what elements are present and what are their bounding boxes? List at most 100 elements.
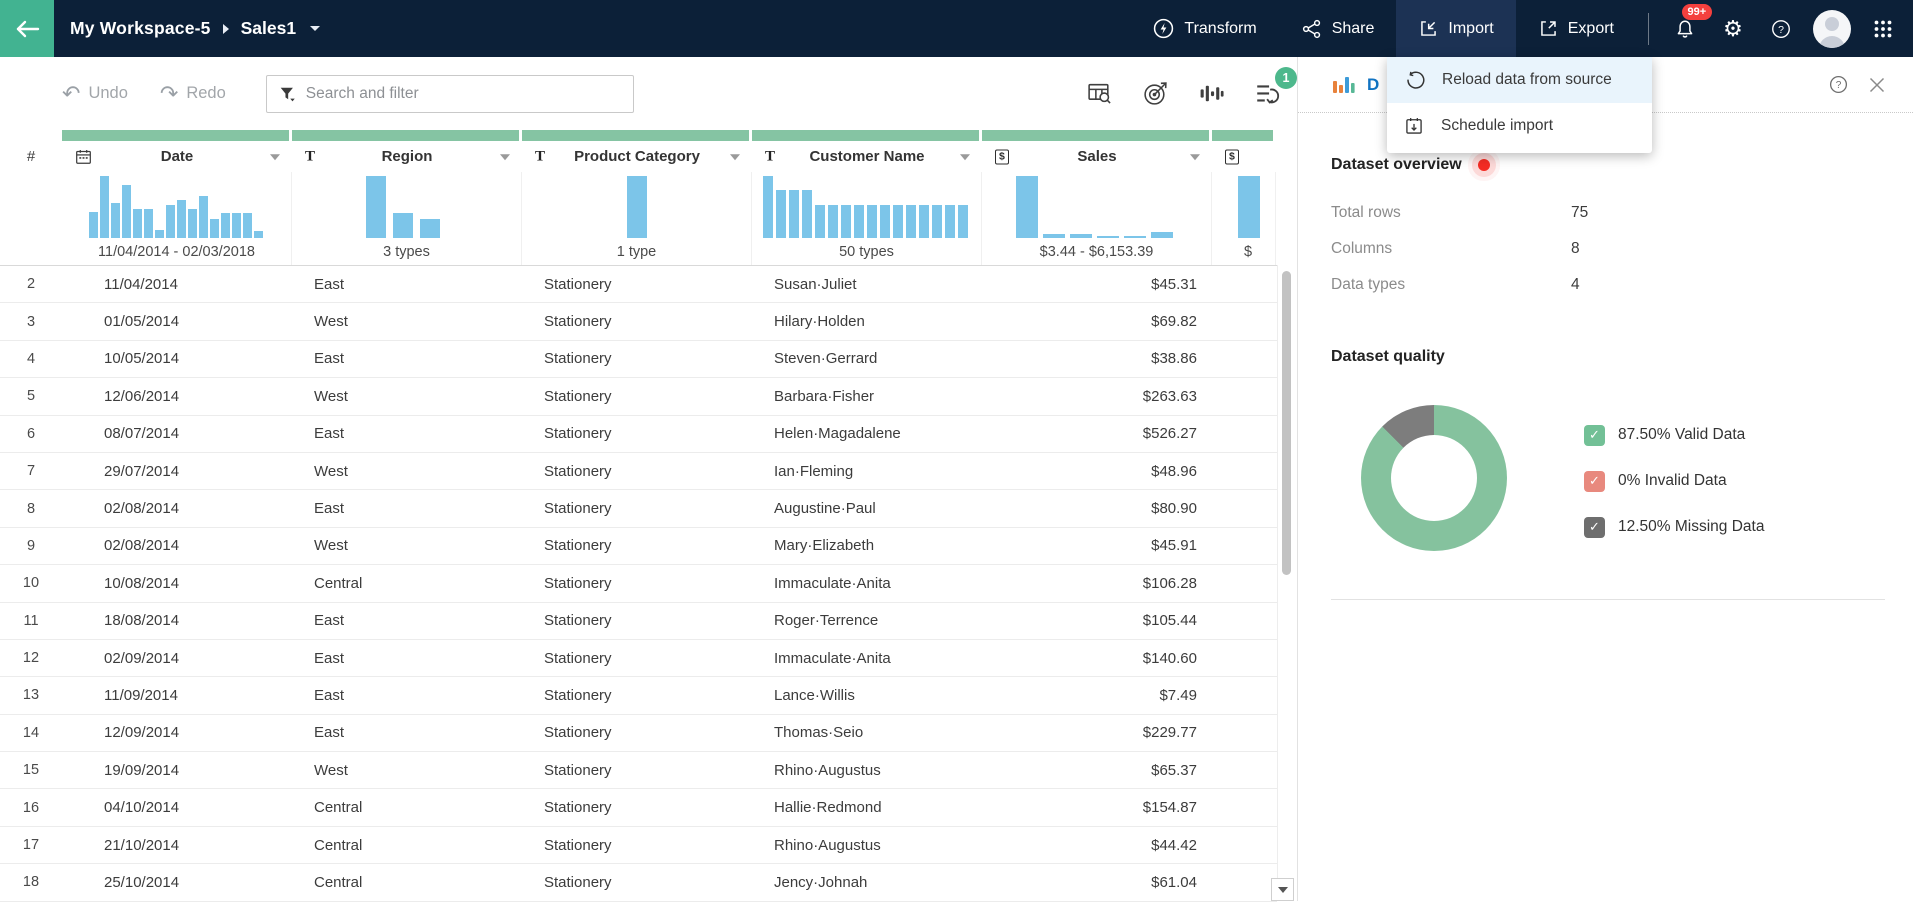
panel-close-icon[interactable]	[1867, 75, 1887, 95]
table-row[interactable]: 1118/08/2014EastStationeryRoger·Terrence…	[0, 603, 1277, 640]
table-row[interactable]: 802/08/2014EastStationeryAugustine·Paul$…	[0, 490, 1277, 527]
table-cell[interactable]: 10/08/2014	[62, 575, 292, 592]
table-cell[interactable]: West	[292, 537, 522, 554]
table-cell[interactable]: Steven·Gerrard	[752, 350, 982, 367]
table-cell[interactable]: East	[292, 276, 522, 293]
table-cell[interactable]: Rhino·Augustus	[752, 762, 982, 779]
column-header[interactable]: Date	[62, 141, 292, 172]
table-cell[interactable]: 02/08/2014	[62, 500, 292, 517]
table-cell[interactable]: 08/07/2014	[62, 425, 292, 442]
legend-checkbox[interactable]: ✓	[1584, 517, 1605, 538]
undo-button[interactable]: ↶ Undo	[62, 83, 128, 105]
table-cell[interactable]: 25/10/2014	[62, 874, 292, 891]
sort-caret-icon[interactable]	[270, 154, 280, 160]
table-cell[interactable]: Stationery	[522, 799, 752, 816]
scrollbar-thumb[interactable]	[1282, 271, 1291, 575]
table-cell[interactable]: Central	[292, 874, 522, 891]
table-row[interactable]: 608/07/2014EastStationeryHelen·Magadalen…	[0, 416, 1277, 453]
table-cell[interactable]: Central	[292, 799, 522, 816]
column-summary[interactable]: 11/04/2014 - 02/03/2018	[62, 172, 292, 265]
notifications-button[interactable]: 99+	[1661, 0, 1709, 57]
column-summary[interactable]: 3 types	[292, 172, 522, 265]
table-cell[interactable]: Rhino·Augustus	[752, 837, 982, 854]
sort-caret-icon[interactable]	[960, 154, 970, 160]
table-cell[interactable]: Ian·Fleming	[752, 463, 982, 480]
table-cell[interactable]: East	[292, 650, 522, 667]
table-cell[interactable]: 21/10/2014	[62, 837, 292, 854]
table-row[interactable]: 729/07/2014WestStationeryIan·Fleming$48.…	[0, 453, 1277, 490]
menu-item[interactable]: Schedule import	[1387, 103, 1652, 149]
table-cell[interactable]: Stationery	[522, 650, 752, 667]
table-cell[interactable]: 02/08/2014	[62, 537, 292, 554]
table-cell[interactable]: Immaculate·Anita	[752, 575, 982, 592]
transform-button[interactable]: Transform	[1130, 0, 1278, 57]
table-cell[interactable]: Stationery	[522, 350, 752, 367]
target-button[interactable]	[1142, 80, 1169, 107]
table-cell[interactable]: $526.27	[982, 425, 1212, 442]
table-cell[interactable]: $44.42	[982, 837, 1212, 854]
table-cell[interactable]: $45.31	[982, 276, 1212, 293]
column-summary-partial[interactable]: $	[1212, 172, 1276, 265]
table-cell[interactable]: $105.44	[982, 612, 1212, 629]
table-cell[interactable]: $48.96	[982, 463, 1212, 480]
table-cell[interactable]: Stationery	[522, 762, 752, 779]
table-cell[interactable]: Mary·Elizabeth	[752, 537, 982, 554]
table-cell[interactable]: East	[292, 687, 522, 704]
table-cell[interactable]: Jency·Johnah	[752, 874, 982, 891]
table-cell[interactable]: Stationery	[522, 874, 752, 891]
table-cell[interactable]: East	[292, 350, 522, 367]
sort-caret-icon[interactable]	[1190, 154, 1200, 160]
table-cell[interactable]: Thomas·Seio	[752, 724, 982, 741]
sort-caret-icon[interactable]	[730, 154, 740, 160]
table-cell[interactable]: 11/09/2014	[62, 687, 292, 704]
table-cell[interactable]: Stationery	[522, 425, 752, 442]
table-cell[interactable]: $65.37	[982, 762, 1212, 779]
table-cell[interactable]: Immaculate·Anita	[752, 650, 982, 667]
applied-steps-button[interactable]: 1	[1254, 80, 1282, 108]
column-summary[interactable]: $3.44 - $6,153.39	[982, 172, 1212, 265]
table-cell[interactable]: $38.86	[982, 350, 1212, 367]
table-cell[interactable]: Hilary·Holden	[752, 313, 982, 330]
share-button[interactable]: Share	[1279, 0, 1397, 57]
table-cell[interactable]: $263.63	[982, 388, 1212, 405]
table-row[interactable]: 1825/10/2014CentralStationeryJency·Johna…	[0, 864, 1277, 901]
table-row[interactable]: 301/05/2014WestStationeryHilary·Holden$6…	[0, 303, 1277, 340]
table-row[interactable]: 410/05/2014EastStationerySteven·Gerrard$…	[0, 341, 1277, 378]
profile-button[interactable]	[1805, 0, 1859, 57]
table-cell[interactable]: East	[292, 724, 522, 741]
table-row[interactable]: 902/08/2014WestStationeryMary·Elizabeth$…	[0, 528, 1277, 565]
table-cell[interactable]: East	[292, 500, 522, 517]
table-cell[interactable]: 12/09/2014	[62, 724, 292, 741]
table-cell[interactable]: Stationery	[522, 463, 752, 480]
table-row[interactable]: 512/06/2014WestStationeryBarbara·Fisher$…	[0, 378, 1277, 415]
table-cell[interactable]: $154.87	[982, 799, 1212, 816]
table-cell[interactable]: Barbara·Fisher	[752, 388, 982, 405]
table-cell[interactable]: Helen·Magadalene	[752, 425, 982, 442]
table-cell[interactable]: Stationery	[522, 612, 752, 629]
table-cell[interactable]: West	[292, 313, 522, 330]
table-cell[interactable]: $7.49	[982, 687, 1212, 704]
table-cell[interactable]: Stationery	[522, 388, 752, 405]
column-header-partial[interactable]: $	[1212, 141, 1276, 172]
table-cell[interactable]: Stationery	[522, 687, 752, 704]
table-cell[interactable]: 18/08/2014	[62, 612, 292, 629]
table-cell[interactable]: Stationery	[522, 537, 752, 554]
back-button[interactable]	[0, 0, 54, 57]
settings-button[interactable]: ⚙	[1709, 0, 1757, 57]
table-cell[interactable]: Augustine·Paul	[752, 500, 982, 517]
dataset-caret-icon[interactable]	[310, 26, 320, 31]
table-row[interactable]: 211/04/2014EastStationerySusan·Juliet$45…	[0, 266, 1277, 303]
table-cell[interactable]: Lance·Willis	[752, 687, 982, 704]
workspace-name[interactable]: My Workspace-5	[70, 18, 211, 39]
menu-item[interactable]: Reload data from source	[1387, 57, 1652, 103]
export-button[interactable]: Export	[1516, 0, 1636, 57]
table-cell[interactable]: 19/09/2014	[62, 762, 292, 779]
column-header[interactable]: TProduct Category	[522, 141, 752, 172]
column-header[interactable]: TRegion	[292, 141, 522, 172]
column-summary[interactable]: 1 type	[522, 172, 752, 265]
table-cell[interactable]: Stationery	[522, 724, 752, 741]
dataset-name[interactable]: Sales1	[241, 18, 296, 39]
table-row[interactable]: 1010/08/2014CentralStationeryImmaculate·…	[0, 565, 1277, 602]
apps-menu-button[interactable]	[1859, 0, 1907, 57]
panel-help-icon[interactable]: ?	[1828, 74, 1849, 95]
